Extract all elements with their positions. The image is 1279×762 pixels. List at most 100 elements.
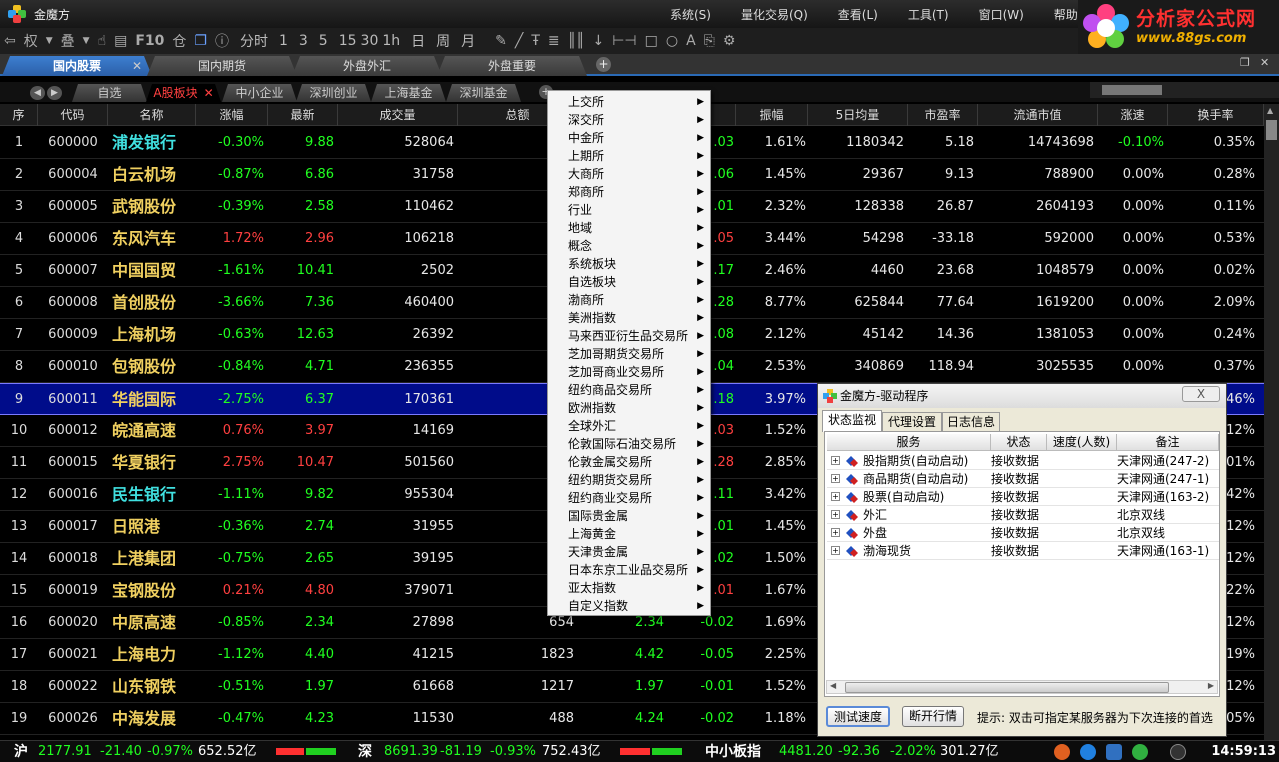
scroll-up-icon[interactable]: ▲	[1267, 106, 1273, 115]
col-volume[interactable]: 成交量	[338, 104, 458, 126]
menu-item[interactable]: 马来西亚衍生品交易所 ▶	[548, 327, 710, 345]
draw-font-icon[interactable]: A	[686, 33, 696, 49]
col-amplitude[interactable]: 振幅	[736, 104, 808, 126]
scroll-thumb[interactable]	[1266, 120, 1277, 140]
col-change[interactable]: 涨幅	[196, 104, 268, 126]
draw-rect-icon[interactable]: □	[645, 33, 658, 49]
tab-log-info[interactable]: 日志信息	[942, 412, 1000, 431]
menu-item[interactable]: 纽约商品交易所 ▶	[548, 381, 710, 399]
menu-view[interactable]: 查看(L)	[838, 6, 878, 23]
service-row[interactable]: + 商品期货(自动启动) 接收数据 天津网通(247-1)	[827, 470, 1219, 488]
tray-alert-icon[interactable]	[1054, 744, 1070, 760]
service-row[interactable]: + 外盘 接收数据 北京双线	[827, 524, 1219, 542]
col-last[interactable]: 最新	[268, 104, 338, 126]
menu-system[interactable]: 系统(S)	[670, 6, 711, 23]
layout-icon[interactable]: ▤	[114, 33, 127, 49]
menu-item[interactable]: 美洲指数 ▶	[548, 309, 710, 327]
scroll-thumb[interactable]	[845, 682, 1169, 693]
dialog-horizontal-scrollbar[interactable]: ◀ ▶	[826, 680, 1218, 694]
menu-item[interactable]: 中金所 ▶	[548, 129, 710, 147]
draw-fib-icon[interactable]: ≣	[548, 33, 560, 49]
prev-tab-icon[interactable]: ◀	[30, 86, 45, 100]
toolbar-position[interactable]: 仓	[172, 31, 186, 51]
menu-item[interactable]: 系统板块 ▶	[548, 255, 710, 273]
draw-circle-icon[interactable]: ○	[666, 33, 678, 49]
tab-foreign-important[interactable]: 外盘重要	[437, 56, 587, 76]
service-row[interactable]: + 股票(自动启动) 接收数据 天津网通(163-2)	[827, 488, 1219, 506]
menu-item[interactable]: 概念 ▶	[548, 237, 710, 255]
menu-item[interactable]: 深交所 ▶	[548, 111, 710, 129]
period-1h[interactable]: 1h	[382, 33, 400, 49]
back-arrow-icon[interactable]: ⇦	[4, 33, 16, 49]
brand-url[interactable]: www.88gs.com	[1136, 30, 1256, 48]
menu-item[interactable]: 地域 ▶	[548, 219, 710, 237]
disconnect-button[interactable]: 断开行情	[902, 706, 964, 727]
draw-range-icon[interactable]: ⊢⊣	[612, 33, 636, 49]
subtab-a-share[interactable]: A股板块 ✕	[146, 84, 221, 102]
dialog-close-button[interactable]: X	[1182, 386, 1220, 402]
add-tab-icon[interactable]: +	[596, 57, 611, 72]
col-avg5-volume[interactable]: 5日均量	[808, 104, 908, 126]
menu-item[interactable]: 伦敦国际石油交易所 ▶	[548, 435, 710, 453]
menu-item[interactable]: 上期所 ▶	[548, 147, 710, 165]
tab-status-monitor[interactable]: 状态监视	[822, 410, 882, 432]
service-row[interactable]: + 外汇 接收数据 北京双线	[827, 506, 1219, 524]
window-icon[interactable]: ❐	[194, 33, 207, 49]
menu-item[interactable]: 自定义指数 ▶	[548, 597, 710, 615]
menu-window[interactable]: 窗口(W)	[979, 6, 1024, 23]
subtab-shanghai-fund[interactable]: 上海基金	[371, 84, 446, 102]
hand-icon[interactable]: ☝	[98, 33, 107, 49]
period-1[interactable]: 1	[279, 33, 288, 49]
tray-refresh-icon[interactable]	[1132, 744, 1148, 760]
subtab-sme[interactable]: 中小企业	[222, 84, 297, 102]
horizontal-scrollbar[interactable]	[1090, 82, 1279, 98]
col-turnover[interactable]: 换手率	[1168, 104, 1264, 126]
dropdown-arrow-icon[interactable]: ▼	[46, 36, 53, 46]
col-speed[interactable]: 速度(人数)	[1047, 434, 1117, 451]
menu-quant[interactable]: 量化交易(Q)	[741, 6, 808, 23]
close-icon[interactable]: ✕	[132, 56, 142, 76]
settings-icon[interactable]: ⚙	[723, 33, 736, 49]
restore-icon[interactable]: ❐	[1240, 56, 1250, 69]
period-30[interactable]: 30	[361, 33, 379, 49]
col-code[interactable]: 代码	[38, 104, 108, 126]
dropdown-arrow-icon[interactable]: ▼	[83, 36, 90, 46]
tab-foreign-forex[interactable]: 外盘外汇	[292, 56, 442, 76]
expand-icon[interactable]: +	[831, 474, 840, 483]
tray-network-icon[interactable]	[1170, 744, 1186, 760]
col-name[interactable]: 名称	[108, 104, 196, 126]
period-15[interactable]: 15	[339, 33, 357, 49]
vertical-scrollbar[interactable]: ▲	[1264, 104, 1279, 740]
draw-text-icon[interactable]: Ŧ	[531, 33, 540, 49]
subtab-shenzhen-fund[interactable]: 深圳基金	[446, 84, 521, 102]
menu-help[interactable]: 帮助	[1054, 6, 1078, 23]
menu-item[interactable]: 芝加哥商业交易所 ▶	[548, 363, 710, 381]
close-icon[interactable]: ✕	[204, 86, 214, 100]
col-seq[interactable]: 序	[0, 104, 38, 126]
toolbar-f10[interactable]: F10	[135, 33, 164, 49]
scroll-right-icon[interactable]: ▶	[1208, 681, 1214, 690]
col-status[interactable]: 状态	[991, 434, 1047, 451]
expand-icon[interactable]: +	[831, 456, 840, 465]
col-pe[interactable]: 市盈率	[908, 104, 978, 126]
tab-domestic-stocks[interactable]: 国内股票 ✕	[2, 56, 152, 76]
menu-item[interactable]: 郑商所 ▶	[548, 183, 710, 201]
menu-item[interactable]: 芝加哥期货交易所 ▶	[548, 345, 710, 363]
tab-domestic-futures[interactable]: 国内期货	[147, 56, 297, 76]
next-tab-icon[interactable]: ▶	[47, 86, 62, 100]
period-5[interactable]: 5	[319, 33, 328, 49]
menu-item[interactable]: 全球外汇 ▶	[548, 417, 710, 435]
service-row[interactable]: + 股指期货(自动启动) 接收数据 天津网通(247-2)	[827, 452, 1219, 470]
menu-item[interactable]: 大商所 ▶	[548, 165, 710, 183]
period-minute[interactable]: 分时	[240, 31, 268, 51]
tray-skype-icon[interactable]	[1080, 744, 1096, 760]
menu-item[interactable]: 自选板块 ▶	[548, 273, 710, 291]
scroll-thumb[interactable]	[1102, 85, 1162, 95]
service-row[interactable]: + 渤海现货 接收数据 天津网通(163-1)	[827, 542, 1219, 560]
period-month[interactable]: 月	[461, 31, 475, 51]
subtab-watchlist[interactable]: 自选	[72, 84, 147, 102]
menu-item[interactable]: 纽约期货交易所 ▶	[548, 471, 710, 489]
period-week[interactable]: 周	[436, 31, 450, 51]
period-day[interactable]: 日	[411, 31, 425, 51]
menu-item[interactable]: 天津贵金属 ▶	[548, 543, 710, 561]
